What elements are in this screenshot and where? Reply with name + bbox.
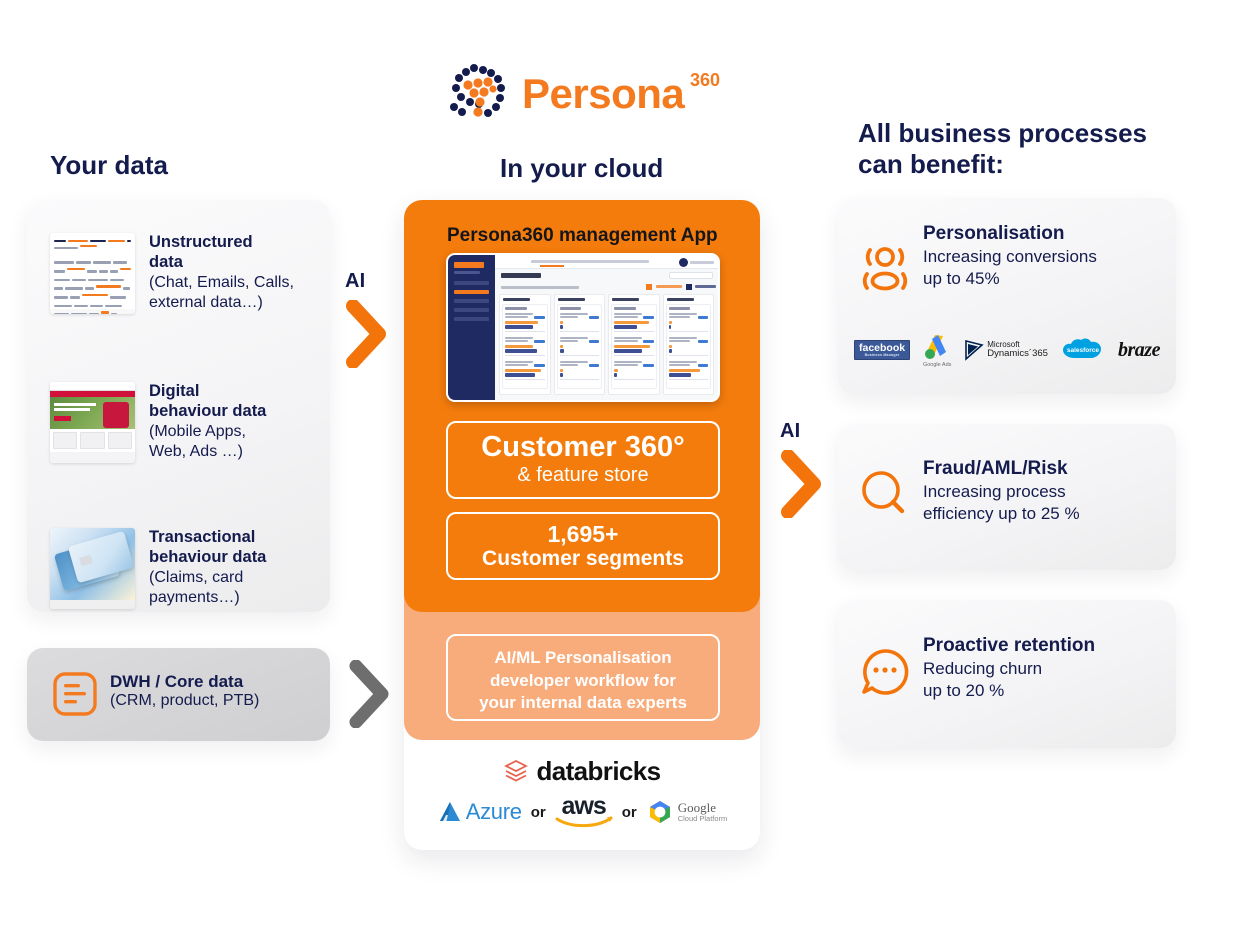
gcp-logo-icon [649,801,670,823]
databricks-logo: databricks [404,755,760,787]
microsoft-line2: Dynamics´365 [987,348,1048,360]
aiml-developer-workflow-box: AI/ML Personalisation developer workflow… [446,634,720,721]
benefit-subtitle-line2: up to 20 % [923,680,1005,700]
benefit-card-personalisation: Personalisation Increasing conversions u… [838,198,1176,394]
magnifier-icon [862,471,905,514]
facebook-wordmark: facebook [859,341,906,354]
azure-wordmark: Azure [465,799,522,824]
app-insight-column [662,294,714,395]
google-ads-logo-icon [925,334,947,359]
cloud-separator: or [530,803,546,821]
document-highlighted-thumbnail-icon [50,233,135,314]
data-sources-card: Unstructured data (Chat, Emails, Calls, … [27,200,330,612]
data-source-title: Digital behaviour data [149,382,267,420]
app-insight-columns [495,294,718,395]
databricks-logo-icon [504,760,529,782]
microsoft-dynamics-logo-icon [965,339,984,361]
azure-logo-icon [439,802,460,821]
app-page-header [495,269,718,282]
ai-label: AI [780,420,801,442]
benefit-subtitle-line1: Increasing conversions [923,246,1097,266]
salesforce-logo: salesforce [1060,336,1106,364]
aws-logo: aws [555,792,613,828]
heading-business-processes: All business processes can benefit: [858,118,1147,179]
app-title: Persona360 management App [447,225,718,246]
gcp-logo: Google Cloud Platform [646,799,728,825]
ai-arrow-left: AI [345,270,405,373]
gcp-line1: Google [677,799,716,815]
ai-arrow-right: AI [780,420,840,523]
data-source-title: Transactional behaviour data [149,528,267,566]
data-source-item: Digital behaviour data (Mobile Apps, Web… [50,382,312,463]
braze-logo: braze [1118,338,1160,361]
aiml-line2: developer workflow for [489,670,677,690]
heading-your-data: Your data [50,150,168,180]
partner-logos-row: facebook Business Manager Google Ads Mic… [854,330,1160,370]
credit-cards-thumbnail-icon [50,528,135,609]
segments-count: 1,695+ [547,521,619,547]
logo-wordmark: Persona [522,70,685,117]
people-group-icon [862,247,908,291]
app-main-area [495,255,718,400]
benefit-title: Fraud/AML/Risk [923,458,1068,479]
aiml-line3: your internal data experts [479,693,687,713]
customer-360-subtitle: & feature store [517,464,649,487]
app-insight-column [499,294,551,395]
chevron-right-icon [349,660,389,728]
dwh-subtitle: (CRM, product, PTB) [110,692,260,709]
customer-360-title: Customer 360° [481,431,685,463]
benefit-subtitle-line1: Reducing churn [923,658,1043,678]
app-insight-column [553,294,605,395]
chevron-right-icon [781,449,821,519]
salesforce-wordmark: salesforce [1066,346,1100,354]
benefit-card-proactive-retention: Proactive retention Reducing churn up to… [838,600,1176,748]
benefit-title: Personalisation [923,223,1065,244]
data-source-item: Transactional behaviour data (Claims, ca… [50,528,312,609]
data-source-item: Unstructured data (Chat, Emails, Calls, … [50,233,312,314]
persona-dots-logo-icon [450,64,505,117]
data-source-subtitle: (Chat, Emails, Calls, external data…) [149,273,294,312]
chevron-right-icon [346,299,386,369]
data-source-title: Unstructured data [149,233,253,271]
benefit-subtitle-line2: up to 45% [923,268,1000,288]
databricks-wordmark: databricks [536,755,661,786]
data-source-subtitle: (Claims, card payments…) [149,568,244,607]
facebook-logo: facebook Business Manager [854,339,911,361]
chat-bubble-icon [862,649,909,695]
cloud-separator: or [621,803,637,821]
app-breadcrumb-bar [495,255,718,269]
heading-in-your-cloud: In your cloud [500,153,664,183]
microsoft-dynamics-logo: Microsoft Dynamics´365 [964,339,1048,361]
cloud-providers-row: Azure or aws or Google Cloud Platform [404,790,760,834]
website-screenshot-thumbnail-icon [50,382,135,463]
app-sidebar [448,255,495,400]
aws-wordmark: aws [561,792,607,820]
data-source-subtitle: (Mobile Apps, Web, Ads …) [149,422,246,461]
facebook-caption: Business Manager [864,353,900,358]
aws-smile-icon [555,816,613,828]
benefit-subtitle-line2: efficiency up to 25 % [923,503,1080,523]
aiml-line1: AI/ML Personalisation [494,648,672,667]
azure-logo: Azure [437,799,522,825]
persona360-logo: Persona 360 [444,58,724,136]
benefit-card-fraud-aml-risk: Fraud/AML/Risk Increasing process effici… [838,424,1176,570]
benefit-subtitle-line1: Increasing process [923,481,1066,501]
google-ads-logo: Google Ads [922,333,952,368]
customer-segments-box: 1,695+ Customer segments [446,512,720,580]
dwh-title: DWH / Core data [110,672,244,691]
segments-label: Customer segments [482,547,684,571]
heading-right-line2: can benefit: [858,148,1004,179]
google-ads-caption: Google Ads [922,361,952,368]
gcp-line2: Cloud Platform [677,813,728,823]
heading-right-line1: All business processes [858,118,1148,148]
persona360-dashboard-screenshot[interactable] [446,253,720,402]
document-list-icon [53,672,97,716]
ai-label: AI [345,270,366,292]
customer-360-box: Customer 360° & feature store [446,421,720,499]
benefit-title: Proactive retention [923,635,1096,656]
dwh-core-data-card: DWH / Core data (CRM, product, PTB) [27,648,330,741]
logo-superscript: 360 [690,70,721,90]
app-insight-column [608,294,660,395]
app-legend [495,282,718,294]
